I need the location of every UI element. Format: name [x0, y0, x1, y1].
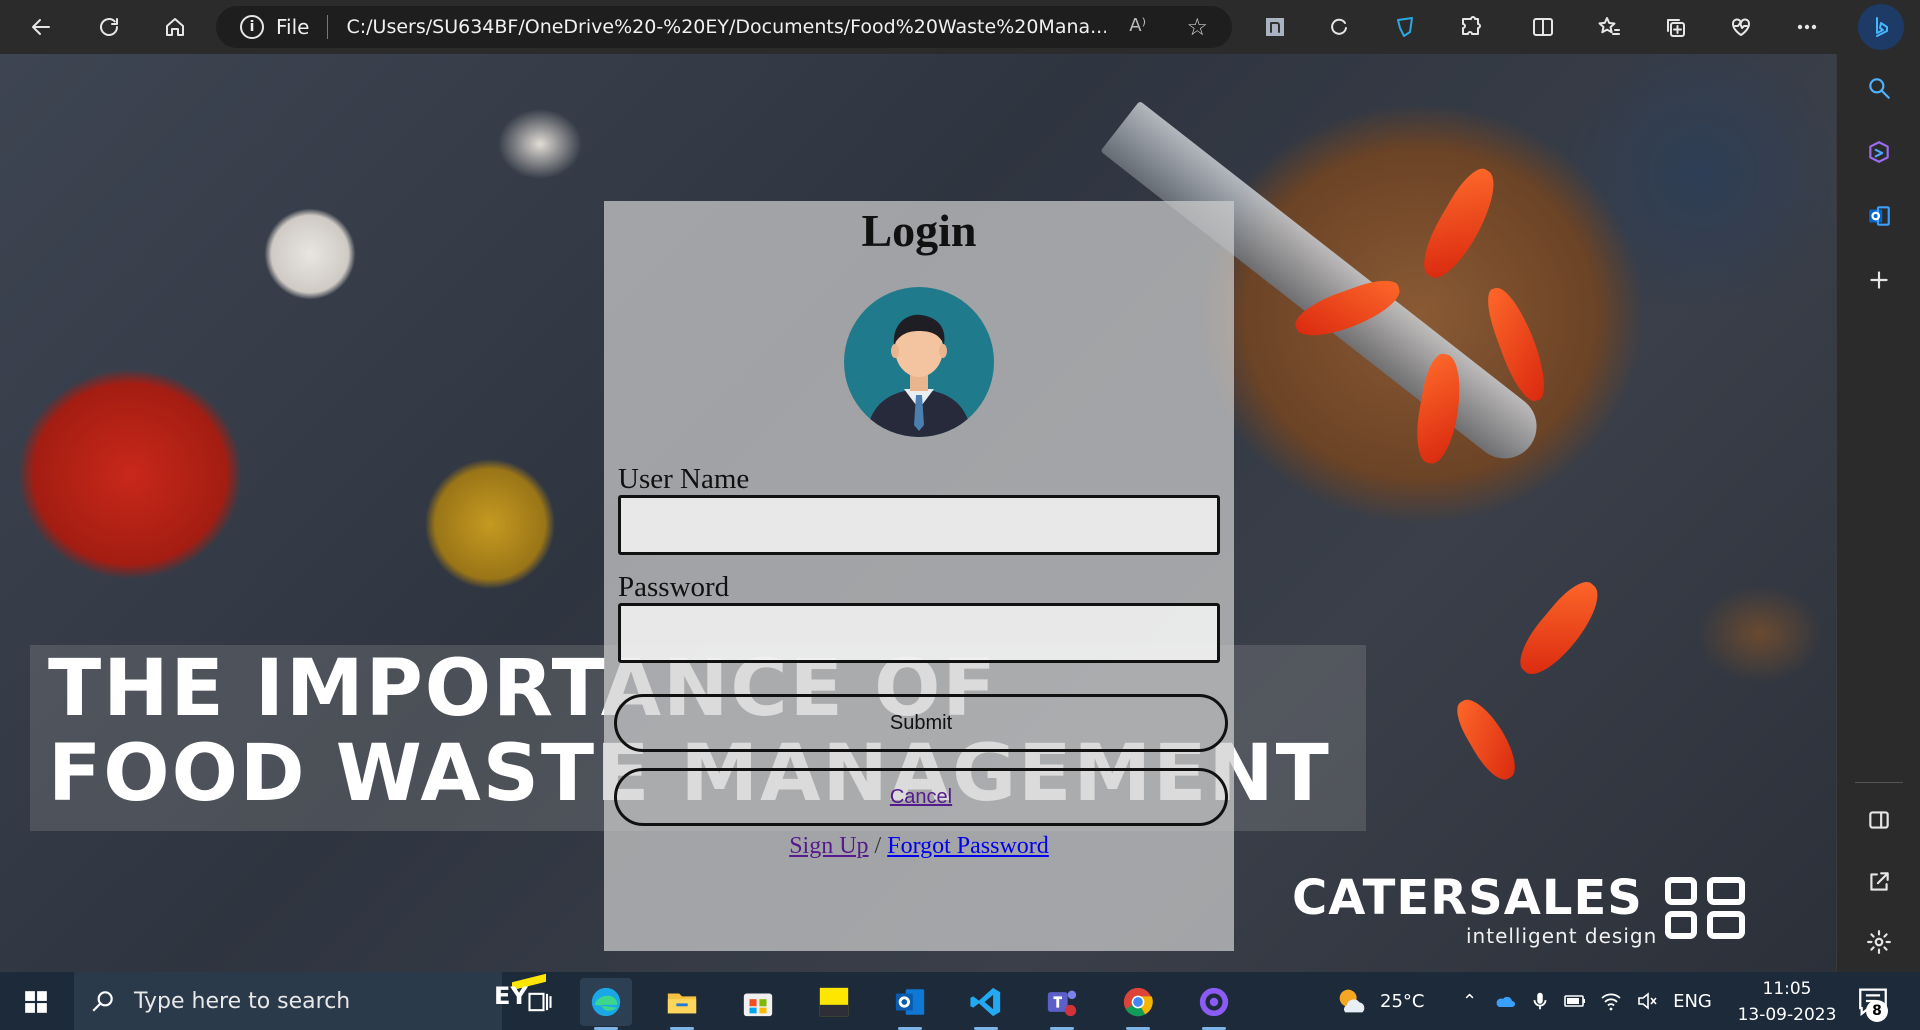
read-aloud-icon[interactable]: A⁾: [1129, 15, 1146, 36]
battery-icon[interactable]: [1563, 989, 1587, 1013]
page-background: THE IMPORTANCE OF FOOD WASTE MANAGEMENT …: [0, 54, 1836, 972]
language-indicator[interactable]: ENG: [1673, 991, 1712, 1012]
vscode-icon[interactable]: [960, 978, 1012, 1030]
more-icon[interactable]: [1788, 8, 1826, 46]
address-prefix: File: [276, 15, 310, 39]
pepper-slice-image: [1509, 574, 1611, 684]
clock-time: 11:05: [1762, 979, 1812, 999]
shield-extension-icon[interactable]: [1386, 8, 1424, 46]
browser-essentials-icon[interactable]: [1722, 8, 1760, 46]
back-icon[interactable]: [22, 8, 60, 46]
cancel-button[interactable]: Cancel: [614, 768, 1228, 826]
clock-date: 13-09-2023: [1737, 1005, 1837, 1025]
username-field[interactable]: [618, 495, 1220, 555]
wifi-icon[interactable]: [1599, 989, 1623, 1013]
username-label: User Name: [618, 463, 750, 495]
taskbar-search[interactable]: Type here to search EY: [74, 972, 546, 1030]
refresh-icon[interactable]: [90, 8, 128, 46]
settings-icon[interactable]: [1859, 922, 1899, 962]
pepper-slice-image: [1449, 691, 1525, 787]
link-separator: /: [868, 833, 888, 859]
ey-discover-icon[interactable]: [808, 978, 860, 1026]
signup-link[interactable]: Sign Up: [789, 833, 868, 859]
login-panel: Login User Name Password Submit Cancel S…: [604, 201, 1234, 951]
password-label: Password: [618, 571, 730, 603]
cancel-link[interactable]: Cancel: [890, 786, 952, 809]
notification-count-badge: 8: [1866, 1000, 1888, 1022]
windows-start-icon[interactable]: [14, 984, 58, 1020]
collections-icon[interactable]: [1656, 8, 1694, 46]
external-link-icon[interactable]: [1859, 862, 1899, 902]
hide-sidebar-icon[interactable]: [1859, 800, 1899, 840]
edge-sidebar: [1836, 54, 1920, 972]
windows-taskbar: Type here to search EY 25°C ⌃ ENG 11:05 …: [0, 972, 1920, 1030]
sidebar-divider: [1855, 782, 1903, 783]
tray-chevron-up-icon[interactable]: ⌃: [1462, 991, 1477, 1012]
search-placeholder: Type here to search: [134, 988, 351, 1014]
favorite-star-icon[interactable]: ☆: [1186, 13, 1208, 41]
businessman-avatar-icon: [866, 314, 972, 437]
file-explorer-icon[interactable]: [656, 978, 708, 1030]
weather-widget[interactable]: 25°C: [1334, 972, 1424, 1030]
weather-sun-cloud-icon: [1339, 989, 1365, 1013]
system-clock[interactable]: 11:05 13-09-2023: [1732, 976, 1842, 1028]
address-bar[interactable]: i File C:/Users/SU634BF/OneDrive%20-%20E…: [216, 6, 1232, 48]
onedrive-icon[interactable]: [1493, 989, 1517, 1013]
puzzle-extensions-icon[interactable]: [1452, 8, 1490, 46]
copilot-icon[interactable]: [1859, 132, 1899, 172]
weather-temp: 25°C: [1380, 990, 1425, 1012]
split-screen-icon[interactable]: [1524, 8, 1562, 46]
browser-toolbar: i File C:/Users/SU634BF/OneDrive%20-%20E…: [0, 0, 1920, 54]
forgot-password-link[interactable]: Forgot Password: [887, 833, 1049, 859]
circle-extension-icon[interactable]: [1320, 8, 1358, 46]
home-icon[interactable]: [156, 8, 194, 46]
extension-n-icon[interactable]: [1256, 8, 1294, 46]
search-icon: [92, 991, 113, 1012]
chrome-icon[interactable]: [1112, 978, 1164, 1030]
address-divider: [327, 15, 329, 39]
pepper-slice-image: [1412, 162, 1508, 286]
catersales-logo-icon: [1665, 877, 1745, 939]
favorites-icon[interactable]: [1590, 8, 1628, 46]
account-links: Sign Up / Forgot Password: [604, 833, 1234, 860]
outlook-icon[interactable]: [1859, 196, 1899, 236]
outlook-app-icon[interactable]: [884, 978, 936, 1030]
info-icon[interactable]: i: [240, 15, 264, 39]
password-field[interactable]: [618, 603, 1220, 663]
volume-muted-icon[interactable]: [1635, 989, 1659, 1013]
submit-button[interactable]: Submit: [614, 694, 1228, 752]
add-icon[interactable]: [1859, 260, 1899, 300]
microsoft-store-icon[interactable]: [732, 978, 784, 1026]
microphone-icon[interactable]: [1529, 990, 1551, 1012]
user-avatar: [844, 287, 994, 437]
system-tray: ⌃ ENG: [1462, 972, 1712, 1030]
teams-icon[interactable]: [1036, 978, 1088, 1030]
task-view-icon[interactable]: [514, 978, 566, 1026]
address-url[interactable]: C:/Users/SU634BF/OneDrive%20-%20EY/Docum…: [346, 16, 1106, 38]
brand-name: CATERSALES: [1292, 870, 1643, 926]
sidebar-search-icon[interactable]: [1859, 68, 1899, 108]
github-desktop-icon[interactable]: [1188, 978, 1240, 1030]
edge-icon[interactable]: [580, 978, 632, 1030]
brand-tagline: intelligent design: [1466, 924, 1658, 948]
bing-icon[interactable]: [1858, 4, 1904, 50]
login-title: Login: [861, 205, 977, 256]
